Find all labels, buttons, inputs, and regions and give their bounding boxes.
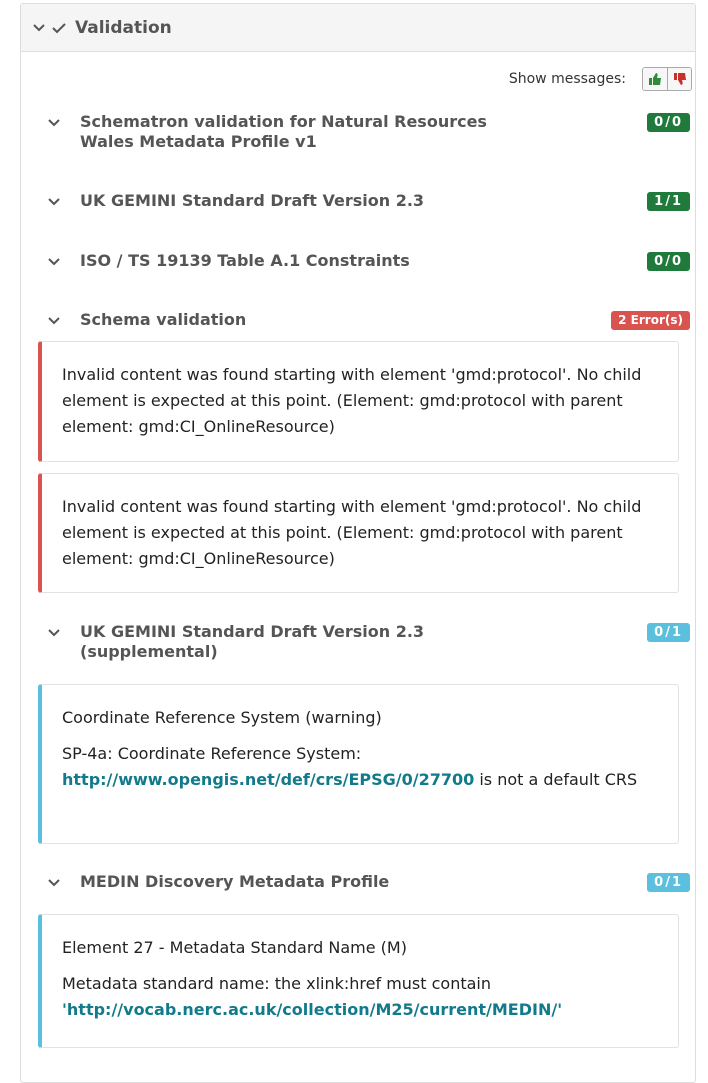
message-body: SP-4a: Coordinate Reference System: http:…: [62, 744, 638, 789]
show-messages-toggle: [642, 67, 692, 91]
thumbs-down-icon: [673, 73, 686, 85]
status-badge: 0/0: [647, 252, 690, 271]
section-iso-19139[interactable]: ISO / TS 19139 Table A.1 Constraints 0/0: [28, 251, 690, 271]
chevron-down-icon[interactable]: [46, 625, 62, 641]
chevron-down-icon[interactable]: [31, 20, 47, 36]
section-title: MEDIN Discovery Metadata Profile: [80, 872, 390, 891]
show-messages-label: Show messages:: [508, 71, 626, 87]
status-badge: 0/0: [647, 113, 690, 132]
section-schema-validation[interactable]: Schema validation 2 Error(s): [28, 310, 690, 330]
panel-title: Validation: [75, 17, 172, 38]
thumbs-up-icon: [649, 73, 661, 85]
show-errors-button[interactable]: [667, 68, 691, 90]
section-title: UK GEMINI Standard Draft Version 2.3 (su…: [80, 622, 425, 661]
medin-link[interactable]: http://vocab.nerc.ac.uk/collection/M25/c…: [67, 1000, 557, 1019]
schema-error-message: Invalid content was found starting with …: [38, 341, 679, 462]
section-nrw-schematron[interactable]: Schematron validation for Natural Resour…: [28, 112, 690, 152]
crs-warning-message: Coordinate Reference System (warning) SP…: [38, 684, 679, 844]
show-messages-row: Show messages:: [509, 67, 692, 91]
section-title: Schematron validation for Natural Resour…: [80, 112, 487, 151]
section-title: ISO / TS 19139 Table A.1 Constraints: [80, 251, 410, 270]
crs-link[interactable]: http://www.opengis.net/def/crs/EPSG/0/27…: [62, 770, 474, 789]
section-title: UK GEMINI Standard Draft Version 2.3: [80, 191, 425, 210]
chevron-down-icon[interactable]: [46, 194, 62, 210]
section-gemini-supplemental[interactable]: UK GEMINI Standard Draft Version 2.3 (su…: [28, 622, 690, 662]
section-title: Schema validation: [80, 310, 247, 329]
status-badge: 1/1: [647, 192, 690, 211]
message-title: Coordinate Reference System (warning): [62, 708, 382, 727]
chevron-down-icon[interactable]: [46, 313, 62, 329]
check-icon: [52, 22, 66, 33]
section-gemini-2-3[interactable]: UK GEMINI Standard Draft Version 2.3 1/1: [28, 191, 690, 211]
status-badge: 0/1: [647, 873, 690, 892]
message-title: Element 27 - Metadata Standard Name (M): [62, 938, 407, 957]
section-medin[interactable]: MEDIN Discovery Metadata Profile 0/1: [28, 872, 690, 892]
message-body: Metadata standard name: the xlink:href m…: [62, 974, 563, 1019]
error-count-badge: 2 Error(s): [611, 311, 690, 330]
schema-error-message: Invalid content was found starting with …: [38, 473, 679, 593]
show-success-button[interactable]: [643, 68, 667, 90]
medin-warning-message: Element 27 - Metadata Standard Name (M) …: [38, 914, 679, 1048]
chevron-down-icon[interactable]: [46, 875, 62, 891]
chevron-down-icon[interactable]: [46, 254, 62, 270]
status-badge: 0/1: [647, 623, 690, 642]
validation-panel-header[interactable]: Validation: [21, 4, 695, 52]
chevron-down-icon[interactable]: [46, 115, 62, 131]
